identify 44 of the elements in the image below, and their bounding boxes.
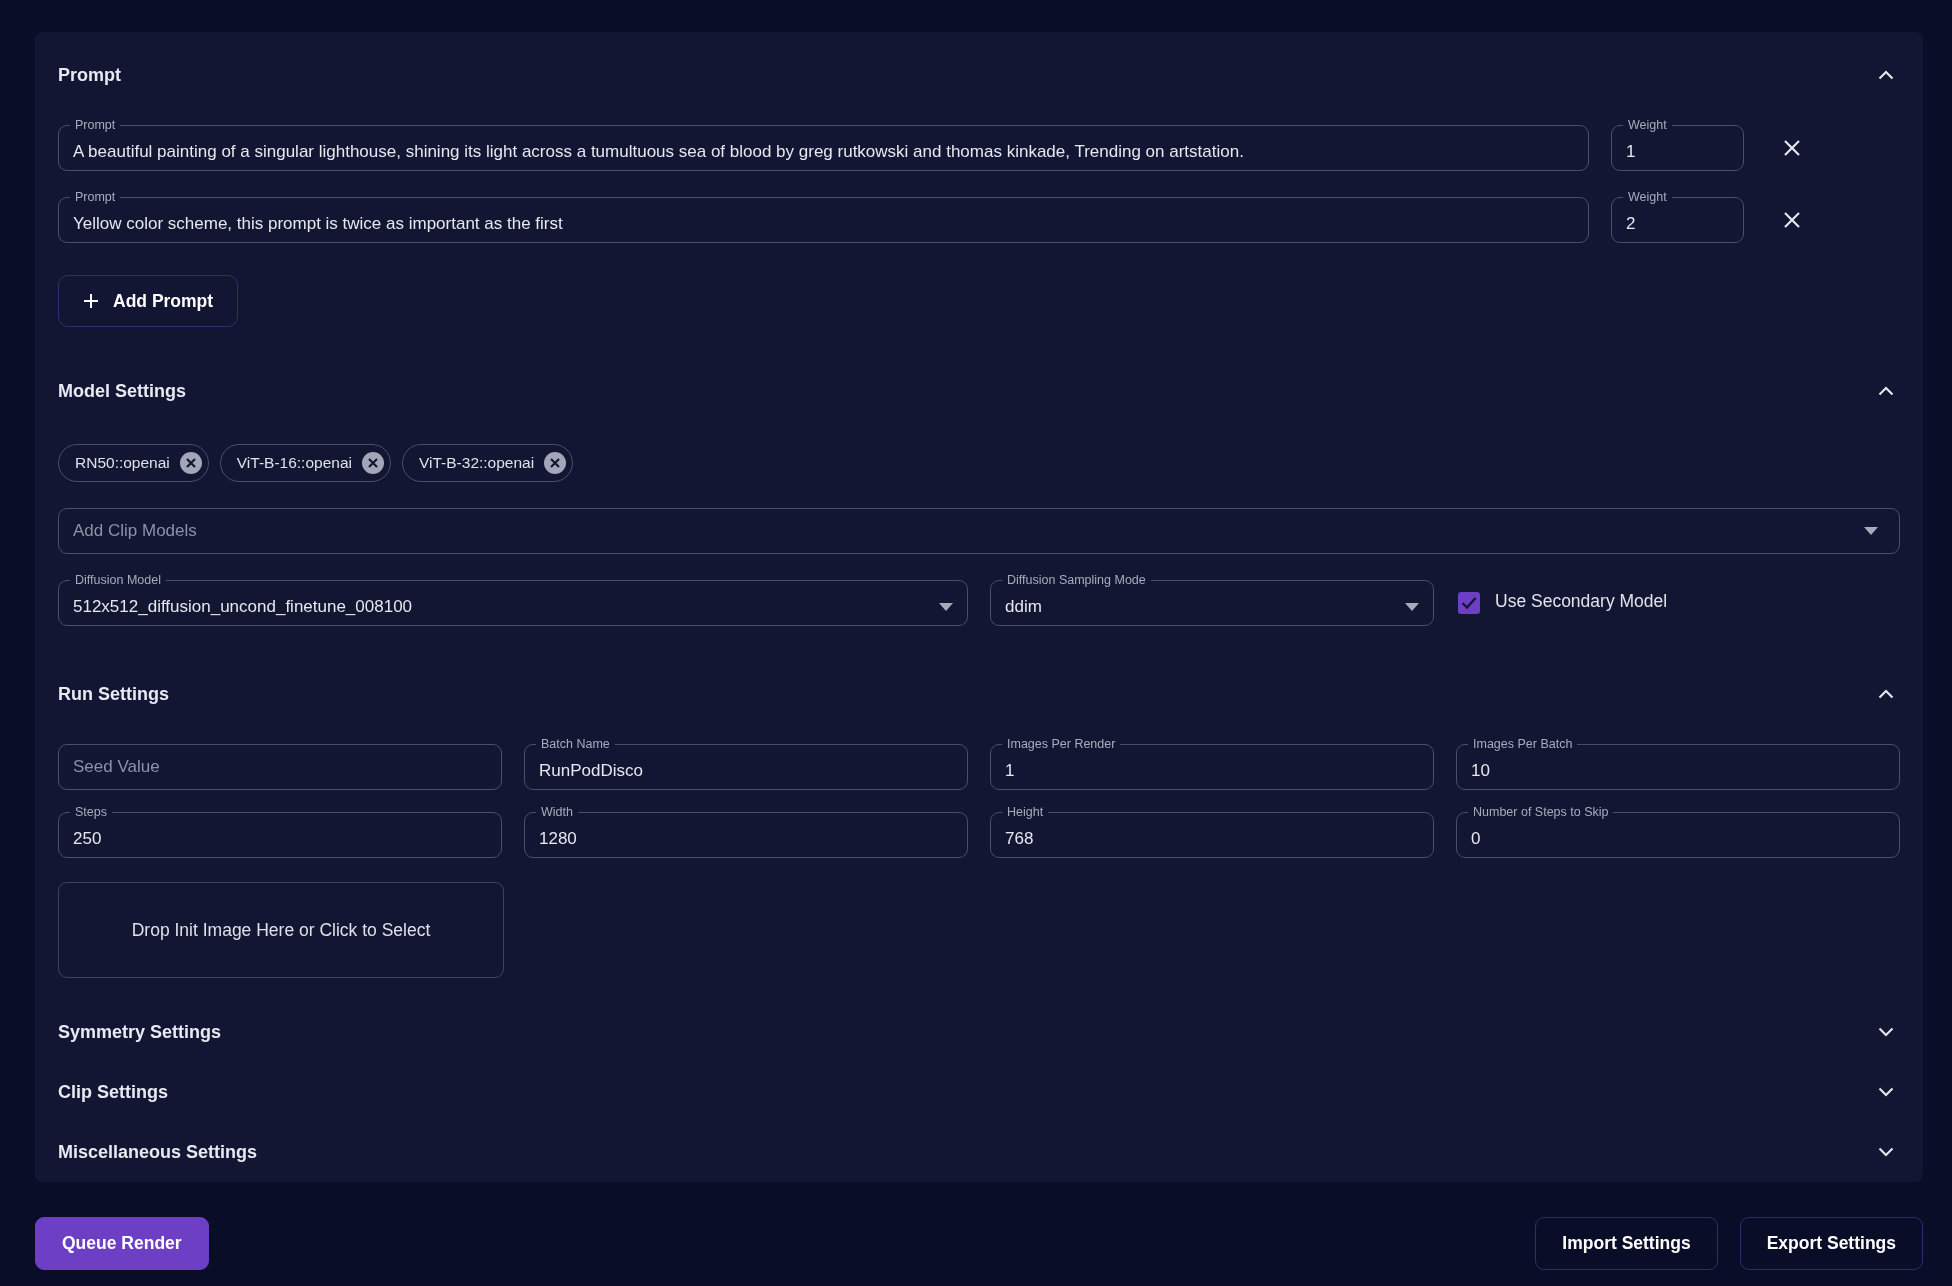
image-drop-zone[interactable]: Drop Init Image Here or Click to Select [58,882,504,978]
prompt-field[interactable]: Prompt Yellow color scheme, this prompt is twice as important as the first [58,189,1589,243]
clip-models-dropdown[interactable]: Add Clip Models [58,508,1900,554]
close-icon [1783,211,1801,229]
checkbox[interactable] [1458,592,1480,614]
setting-field[interactable]: Height 768 [990,804,1434,858]
weight-field[interactable]: Weight 2 [1611,189,1744,243]
diffusion-model-dropdown[interactable]: Diffusion Model 512x512_diffusion_uncond_finetune_008100 [58,572,968,626]
checkbox-label: Use Secondary Model [1495,591,1668,612]
chip-label: ViT-B-32::openai [419,454,535,472]
checkmark-icon [1461,596,1477,610]
section-title: Run Settings [58,683,169,705]
plus-icon [83,293,99,309]
setting-field[interactable]: Steps 250 [58,804,502,858]
close-circle-icon [362,452,384,474]
setting-field[interactable]: Number of Steps to Skip 0 [1456,804,1900,858]
remove-chip-button[interactable] [179,452,202,474]
close-circle-icon [179,452,202,474]
setting-field[interactable]: Images Per Batch 10 [1456,736,1900,790]
dropdown-caret-icon[interactable] [1405,602,1419,611]
queue-render-button[interactable]: Queue Render [35,1217,209,1270]
chip-label: ViT-B-16::openai [236,454,352,472]
section-title: Clip Settings [58,1081,168,1103]
chip-label: RN50::openai [75,454,170,472]
close-icon [1783,139,1801,157]
setting-field[interactable]: Batch Name RunPodDisco [524,736,968,790]
section-title: Miscellaneous Settings [58,1141,258,1163]
weight-field[interactable]: Weight 1 [1611,117,1744,171]
section-title: Symmetry Settings [58,1021,222,1043]
setting-field[interactable]: Width 1280 [524,804,968,858]
setting-field[interactable]: Seed Value [58,744,502,790]
dropdown-caret-icon[interactable] [939,602,953,611]
setting-field[interactable]: Images Per Render 1 [990,736,1434,790]
section-title: Model Settings [58,380,186,402]
settings-button[interactable]: Import Settings [1535,1217,1718,1270]
section-title: Prompt [58,64,121,86]
dropdown-caret-icon[interactable] [1864,527,1878,535]
remove-chip-button[interactable] [362,452,384,474]
add-prompt-button[interactable]: Add Prompt [58,275,239,327]
prompt-field[interactable]: Prompt A beautiful painting of a singular lighthouse, shining its light across a tumultuous sea of blood by greg rutkowski and thomas kinkade, Trending on artstation. [58,117,1589,171]
close-circle-icon [544,452,567,474]
settings-button[interactable]: Export Settings [1739,1217,1923,1270]
sampling-mode-dropdown[interactable]: Diffusion Sampling Mode ddim [990,572,1434,626]
remove-chip-button[interactable] [544,452,567,474]
